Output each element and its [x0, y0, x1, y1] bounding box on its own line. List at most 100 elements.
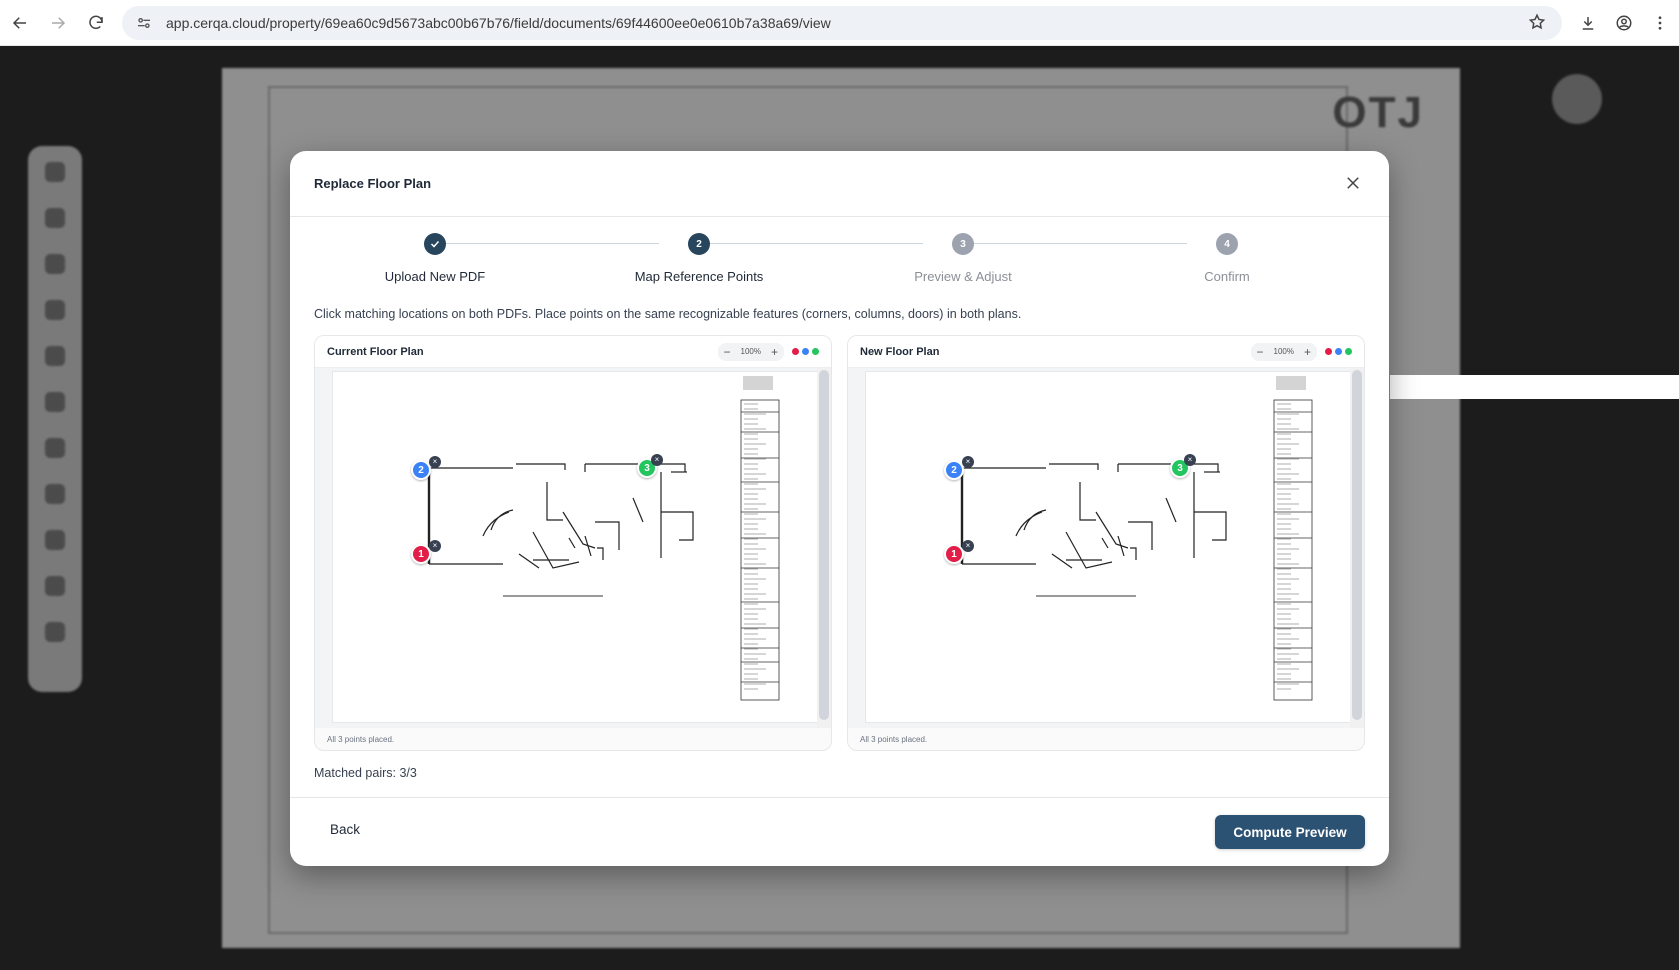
scrollbar[interactable] [817, 368, 831, 728]
red-dot-icon [1325, 348, 1332, 355]
zoom-in-button[interactable]: + [1304, 346, 1311, 358]
sheet-label-blur [1276, 376, 1306, 390]
zoom-control: − 100% + [717, 342, 784, 361]
floor-plan-drawing [427, 376, 780, 701]
remove-point-icon[interactable]: × [1184, 454, 1196, 466]
replace-floor-plan-modal: Replace Floor Plan Upload New PDF 2 Map … [290, 151, 1389, 866]
wall-line [1194, 511, 1227, 541]
wall-line [1165, 497, 1177, 523]
download-icon[interactable] [1576, 11, 1600, 35]
step-label: Confirm [1204, 269, 1250, 284]
zoom-level: 100% [1273, 347, 1294, 356]
current-floor-plan-panel: Current Floor Plan − 100% + 1 × 2 × 3 × All 3… [314, 335, 832, 751]
step-label: Preview & Adjust [914, 269, 1012, 284]
close-icon[interactable] [1341, 171, 1365, 195]
profile-icon[interactable] [1612, 11, 1636, 35]
reload-icon[interactable] [78, 5, 114, 41]
reference-point-marker[interactable]: 2 [411, 460, 431, 480]
sheet-label-blur [743, 376, 773, 390]
green-dot-icon [812, 348, 819, 355]
wall-line [661, 511, 694, 541]
step-label: Upload New PDF [384, 269, 486, 284]
red-dot-icon [792, 348, 799, 355]
step-map-reference-points: 2 Map Reference Points [579, 227, 819, 284]
modal-footer: Back Compute Preview [290, 797, 1389, 866]
site-settings-icon[interactable] [136, 14, 154, 32]
step-number: 3 [952, 233, 974, 255]
step-preview-adjust: 3 Preview & Adjust [843, 227, 1083, 284]
zoom-out-button[interactable]: − [724, 346, 731, 358]
stepper: Upload New PDF 2 Map Reference Points 3 … [290, 227, 1389, 297]
background-logo: OTJ [1332, 88, 1424, 137]
blue-dot-icon [802, 348, 809, 355]
more-vertical-icon[interactable] [1648, 11, 1672, 35]
step-upload-new-pdf: Upload New PDF [315, 227, 555, 284]
floor-plan-lines [960, 463, 1227, 569]
point-color-legend [792, 348, 819, 355]
wall-line [595, 521, 620, 550]
wall-line [1128, 521, 1153, 550]
title-block [740, 399, 780, 701]
reference-point-marker[interactable]: 1 [411, 544, 431, 564]
wall-line [632, 497, 644, 523]
wall-line [546, 482, 563, 521]
wall-line [482, 511, 510, 537]
background-strip [1390, 375, 1679, 399]
remove-point-icon[interactable]: × [962, 456, 974, 468]
compute-preview-button[interactable]: Compute Preview [1215, 815, 1365, 849]
zoom-control: − 100% + [1250, 342, 1317, 361]
wall-line [1118, 463, 1219, 472]
title-block [1273, 399, 1313, 701]
panel-status: All 3 points placed. [327, 735, 395, 744]
modal-title: Replace Floor Plan [314, 176, 432, 191]
matched-pairs: Matched pairs: 3/3 [314, 766, 417, 780]
blue-dot-icon [1335, 348, 1342, 355]
wall-line [597, 547, 604, 560]
wall-line [1065, 531, 1113, 569]
back-button[interactable]: Back [314, 822, 376, 837]
instructions: Click matching locations on both PDFs. P… [314, 307, 1022, 321]
url-text[interactable]: app.cerqa.cloud/property/69ea60c9d5673ab… [166, 15, 1528, 31]
wall-line [518, 553, 540, 569]
floor-plan-lines [427, 463, 694, 569]
pdf-sheet[interactable]: 1 × 2 × 3 × [866, 372, 1350, 722]
panel-title: Current Floor Plan [327, 345, 424, 358]
wall-line [1049, 463, 1099, 470]
zoom-in-button[interactable]: + [771, 346, 778, 358]
checkmark-icon [424, 233, 446, 255]
reference-point-marker[interactable]: 2 [944, 460, 964, 480]
panel-status: All 3 points placed. [860, 735, 928, 744]
wall-line [1079, 482, 1096, 521]
wall-line [585, 463, 686, 472]
forward-arrow-icon[interactable] [40, 5, 76, 41]
reference-point-marker[interactable]: 1 [944, 544, 964, 564]
step-confirm: 4 Confirm [1107, 227, 1347, 284]
wall-line [562, 511, 596, 549]
pdf-canvas[interactable]: 1 × 2 × 3 × [848, 368, 1364, 728]
wall-line [1051, 553, 1073, 569]
remove-point-icon[interactable]: × [962, 540, 974, 552]
scrollbar[interactable] [1350, 368, 1364, 728]
wall-line [516, 463, 566, 470]
browser-toolbar: app.cerqa.cloud/property/69ea60c9d5673ab… [0, 0, 1679, 46]
remove-point-icon[interactable]: × [651, 454, 663, 466]
background-toolbar [28, 146, 82, 692]
remove-point-icon[interactable]: × [429, 540, 441, 552]
point-color-legend [1325, 348, 1352, 355]
address-bar[interactable]: app.cerqa.cloud/property/69ea60c9d5673ab… [122, 5, 1562, 40]
wall-line [1015, 511, 1043, 537]
pdf-sheet[interactable]: 1 × 2 × 3 × [333, 372, 817, 722]
bookmark-star-icon[interactable] [1528, 13, 1548, 33]
pdf-canvas[interactable]: 1 × 2 × 3 × [315, 368, 831, 728]
modal-header: Replace Floor Plan [290, 151, 1389, 217]
zoom-level: 100% [740, 347, 761, 356]
step-number: 2 [688, 233, 710, 255]
panel-title: New Floor Plan [860, 345, 940, 358]
step-number: 4 [1216, 233, 1238, 255]
remove-point-icon[interactable]: × [429, 456, 441, 468]
step-label: Map Reference Points [634, 269, 764, 284]
zoom-out-button[interactable]: − [1257, 346, 1264, 358]
wall-line [1130, 547, 1137, 560]
wall-line [1095, 511, 1129, 549]
back-arrow-icon[interactable] [2, 5, 38, 41]
